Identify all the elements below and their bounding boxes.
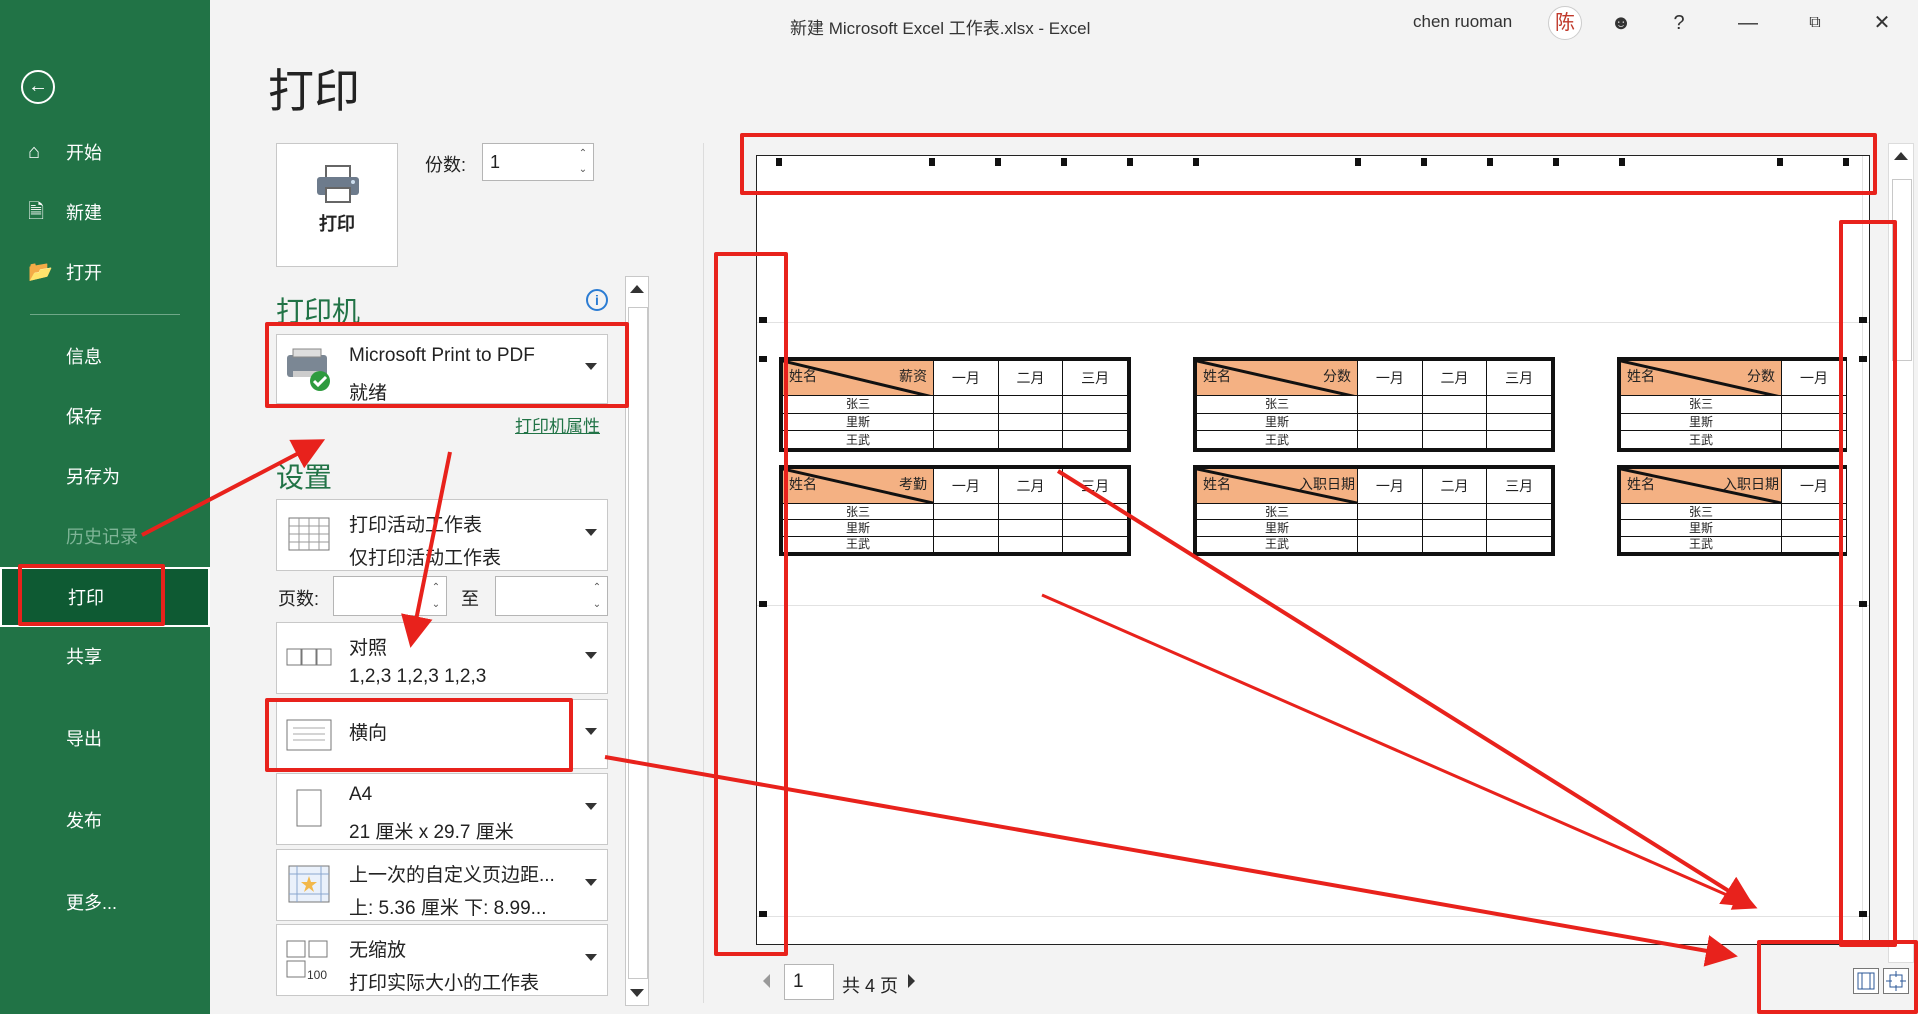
annotation-arrows <box>141 439 1758 967</box>
